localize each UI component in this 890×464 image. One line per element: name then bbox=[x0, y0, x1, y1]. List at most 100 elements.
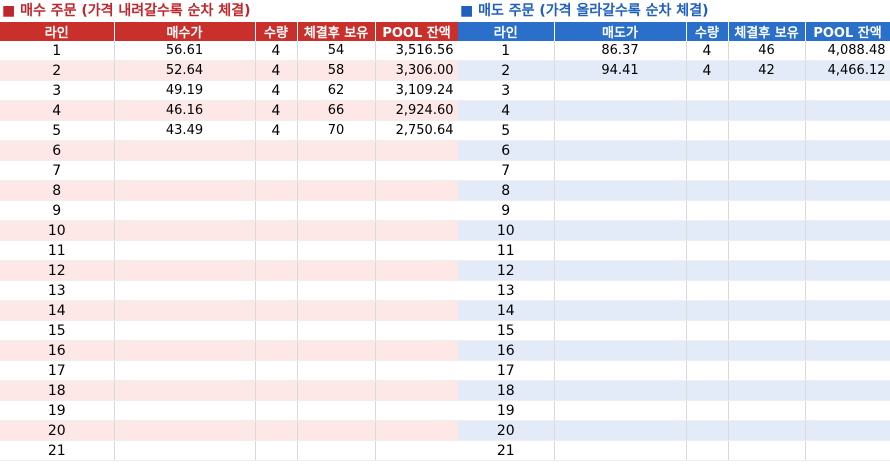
sell-cell-hold[interactable] bbox=[728, 80, 806, 101]
buy-cell-price[interactable]: 46.16 bbox=[114, 100, 256, 121]
buy-cell-hold[interactable] bbox=[297, 280, 376, 301]
buy-cell-line[interactable]: 9 bbox=[0, 200, 115, 221]
buy-cell-pool[interactable] bbox=[375, 340, 458, 361]
sell-cell-hold[interactable] bbox=[728, 200, 806, 221]
buy-cell-price[interactable] bbox=[114, 180, 256, 201]
buy-cell-price[interactable]: 52.64 bbox=[114, 60, 256, 81]
buy-cell-pool[interactable] bbox=[375, 400, 458, 421]
buy-cell-qty[interactable] bbox=[255, 340, 298, 361]
buy-cell-qty[interactable] bbox=[255, 240, 298, 261]
sell-cell-price[interactable] bbox=[554, 260, 687, 281]
buy-cell-qty[interactable] bbox=[255, 180, 298, 201]
buy-cell-line[interactable]: 18 bbox=[0, 380, 115, 401]
sell-cell-pool[interactable] bbox=[805, 160, 890, 181]
buy-cell-hold[interactable]: 62 bbox=[297, 80, 376, 101]
sell-header-qty[interactable]: 수량 bbox=[686, 22, 729, 41]
buy-header-pool[interactable]: POOL 잔액 bbox=[375, 22, 458, 41]
buy-cell-qty[interactable]: 4 bbox=[255, 80, 298, 101]
sell-cell-hold[interactable] bbox=[728, 400, 806, 421]
sell-cell-pool[interactable] bbox=[805, 120, 890, 141]
buy-cell-line[interactable]: 1 bbox=[0, 41, 115, 61]
sell-cell-hold[interactable] bbox=[728, 440, 806, 461]
buy-cell-hold[interactable]: 58 bbox=[297, 60, 376, 81]
sell-cell-pool[interactable] bbox=[805, 400, 890, 421]
sell-cell-qty[interactable] bbox=[686, 120, 729, 141]
buy-cell-qty[interactable]: 4 bbox=[255, 41, 298, 61]
sell-cell-hold[interactable] bbox=[728, 100, 806, 121]
buy-cell-pool[interactable]: 3,516.56 bbox=[375, 41, 458, 61]
buy-cell-price[interactable] bbox=[114, 360, 256, 381]
sell-cell-qty[interactable] bbox=[686, 420, 729, 441]
sell-cell-pool[interactable] bbox=[805, 80, 890, 101]
buy-cell-hold[interactable] bbox=[297, 400, 376, 421]
buy-cell-hold[interactable] bbox=[297, 140, 376, 161]
buy-cell-hold[interactable]: 54 bbox=[297, 41, 376, 61]
sell-cell-price[interactable] bbox=[554, 180, 687, 201]
sell-cell-price[interactable] bbox=[554, 340, 687, 361]
buy-cell-hold[interactable] bbox=[297, 300, 376, 321]
buy-cell-line[interactable]: 2 bbox=[0, 60, 115, 81]
buy-cell-pool[interactable] bbox=[375, 240, 458, 261]
buy-cell-pool[interactable] bbox=[375, 360, 458, 381]
sell-cell-pool[interactable] bbox=[805, 260, 890, 281]
buy-cell-line[interactable]: 4 bbox=[0, 100, 115, 121]
buy-cell-hold[interactable] bbox=[297, 360, 376, 381]
buy-cell-price[interactable] bbox=[114, 140, 256, 161]
buy-cell-qty[interactable] bbox=[255, 200, 298, 221]
sell-cell-pool[interactable]: 4,466.12 bbox=[805, 60, 890, 81]
buy-cell-price[interactable] bbox=[114, 320, 256, 341]
buy-cell-price[interactable] bbox=[114, 280, 256, 301]
buy-cell-hold[interactable] bbox=[297, 240, 376, 261]
sell-cell-hold[interactable] bbox=[728, 120, 806, 141]
buy-cell-pool[interactable] bbox=[375, 260, 458, 281]
sell-cell-line[interactable]: 10 bbox=[458, 220, 555, 241]
sell-cell-line[interactable]: 12 bbox=[458, 260, 555, 281]
sell-cell-price[interactable] bbox=[554, 200, 687, 221]
sell-cell-pool[interactable] bbox=[805, 420, 890, 441]
sell-cell-qty[interactable] bbox=[686, 240, 729, 261]
buy-cell-line[interactable]: 12 bbox=[0, 260, 115, 281]
buy-cell-qty[interactable] bbox=[255, 260, 298, 281]
sell-cell-line[interactable]: 18 bbox=[458, 380, 555, 401]
sell-cell-hold[interactable] bbox=[728, 300, 806, 321]
buy-cell-pool[interactable]: 3,306.00 bbox=[375, 60, 458, 81]
sell-cell-price[interactable] bbox=[554, 140, 687, 161]
buy-cell-hold[interactable] bbox=[297, 320, 376, 341]
sell-cell-line[interactable]: 5 bbox=[458, 120, 555, 141]
buy-cell-line[interactable]: 20 bbox=[0, 420, 115, 441]
sell-cell-hold[interactable] bbox=[728, 180, 806, 201]
sell-cell-qty[interactable] bbox=[686, 200, 729, 221]
buy-cell-pool[interactable] bbox=[375, 420, 458, 441]
buy-cell-price[interactable] bbox=[114, 440, 256, 461]
sell-cell-pool[interactable] bbox=[805, 340, 890, 361]
sell-cell-line[interactable]: 15 bbox=[458, 320, 555, 341]
sell-cell-hold[interactable]: 46 bbox=[728, 41, 806, 61]
buy-cell-pool[interactable]: 2,924.60 bbox=[375, 100, 458, 121]
sell-cell-pool[interactable] bbox=[805, 300, 890, 321]
sell-cell-line[interactable]: 21 bbox=[458, 440, 555, 461]
buy-cell-hold[interactable] bbox=[297, 180, 376, 201]
buy-cell-pool[interactable]: 2,750.64 bbox=[375, 120, 458, 141]
sell-cell-line[interactable]: 1 bbox=[458, 41, 555, 61]
buy-cell-hold[interactable] bbox=[297, 340, 376, 361]
sell-cell-hold[interactable] bbox=[728, 280, 806, 301]
sell-header-pool[interactable]: POOL 잔액 bbox=[805, 22, 890, 41]
sell-cell-qty[interactable] bbox=[686, 340, 729, 361]
sell-cell-qty[interactable] bbox=[686, 280, 729, 301]
sell-cell-price[interactable] bbox=[554, 440, 687, 461]
buy-cell-price[interactable] bbox=[114, 380, 256, 401]
sell-cell-qty[interactable] bbox=[686, 400, 729, 421]
sell-cell-price[interactable] bbox=[554, 300, 687, 321]
sell-cell-price[interactable] bbox=[554, 240, 687, 261]
sell-cell-price[interactable] bbox=[554, 320, 687, 341]
buy-cell-qty[interactable] bbox=[255, 380, 298, 401]
buy-cell-line[interactable]: 11 bbox=[0, 240, 115, 261]
sell-cell-price[interactable] bbox=[554, 400, 687, 421]
buy-cell-line[interactable]: 13 bbox=[0, 280, 115, 301]
buy-header-line[interactable]: 라인 bbox=[0, 22, 115, 41]
buy-cell-hold[interactable] bbox=[297, 380, 376, 401]
buy-cell-line[interactable]: 16 bbox=[0, 340, 115, 361]
buy-header-price[interactable]: 매수가 bbox=[114, 22, 256, 41]
buy-cell-qty[interactable] bbox=[255, 140, 298, 161]
sell-cell-qty[interactable] bbox=[686, 220, 729, 241]
